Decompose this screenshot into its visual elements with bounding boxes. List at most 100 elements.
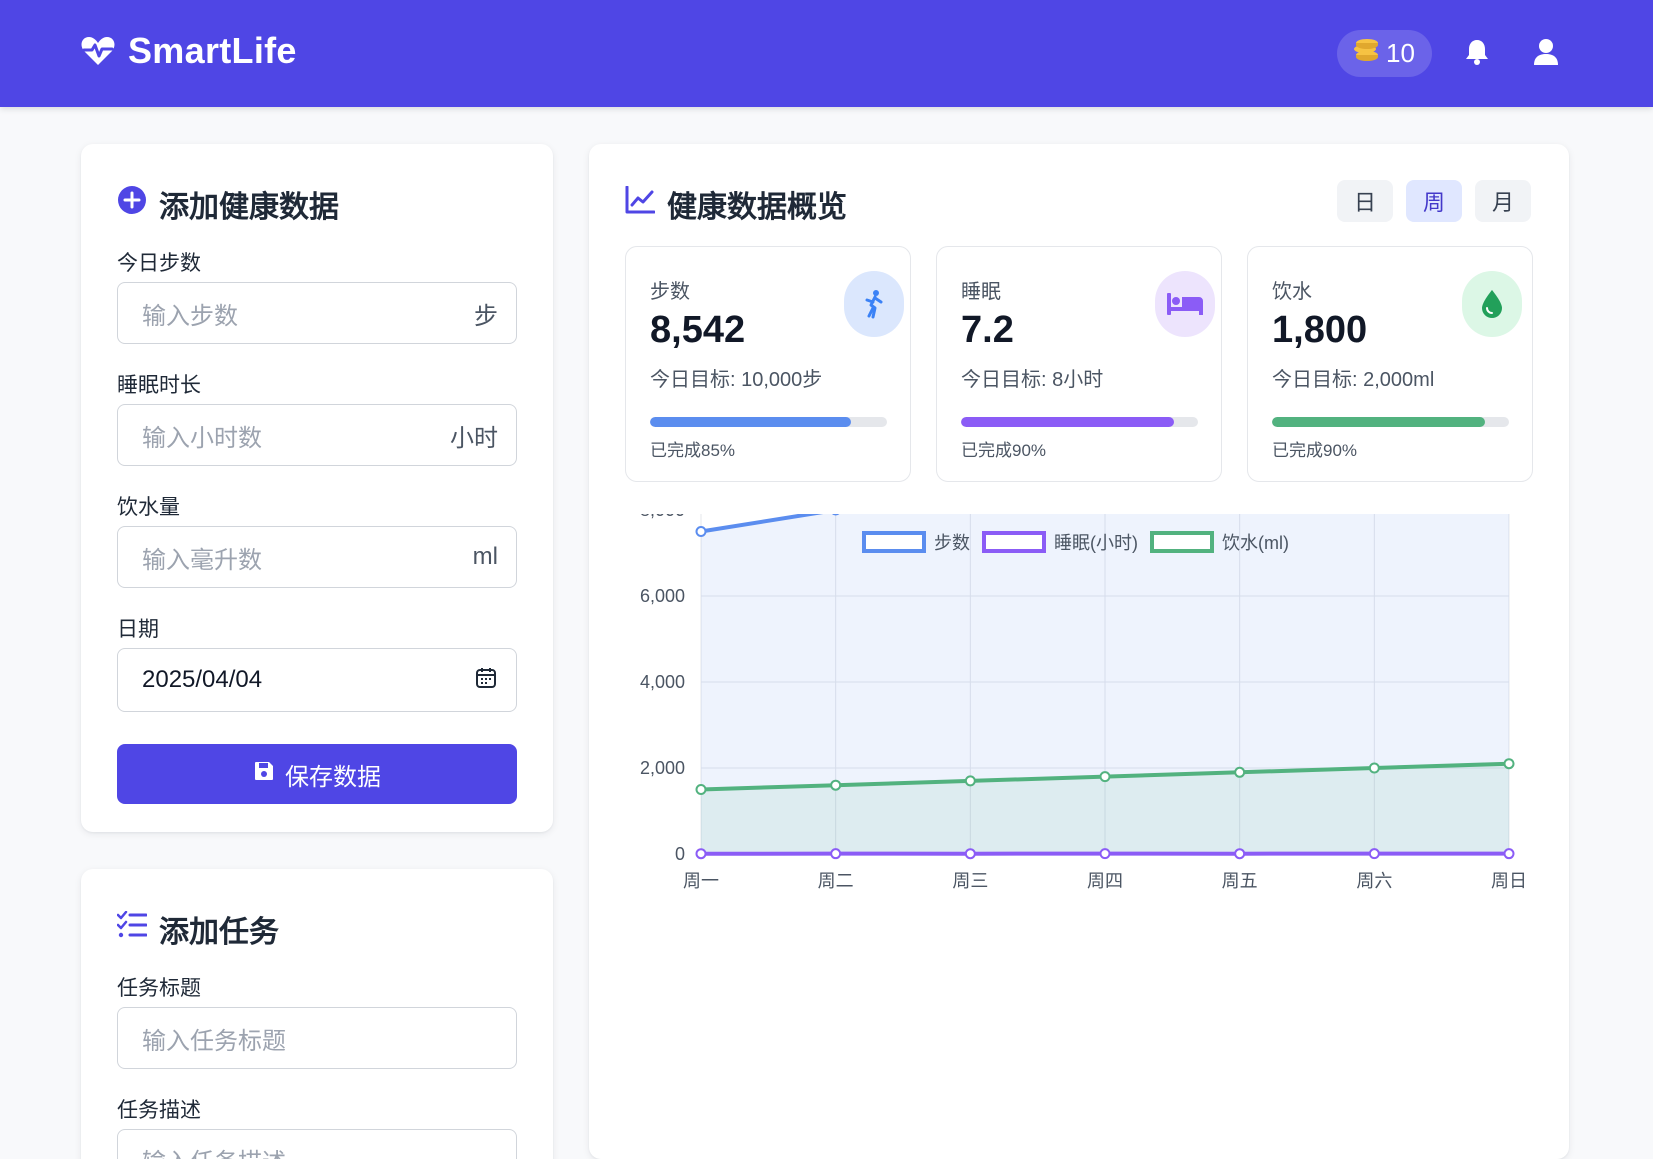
water-stat-value: 1,800 bbox=[1272, 309, 1368, 351]
x-tick-label: 周四 bbox=[1087, 871, 1123, 891]
floppy-disk-icon bbox=[253, 760, 275, 789]
y-tick-label: 4,000 bbox=[640, 672, 685, 692]
data-point bbox=[830, 848, 842, 860]
range-day-button[interactable]: 日 bbox=[1337, 180, 1393, 222]
data-point bbox=[831, 514, 840, 516]
water-placeholder: 输入毫升数 bbox=[142, 546, 262, 574]
data-point bbox=[695, 848, 707, 860]
water-stat-goal: 今日目标: 2,000ml bbox=[1272, 369, 1435, 391]
data-point bbox=[1234, 766, 1246, 778]
task-form-card: 添加任务 任务标题 输入任务标题 任务描述 输入任务描述 bbox=[81, 869, 553, 1159]
date-value: 2025/04/04 bbox=[142, 666, 263, 693]
task-desc-placeholder: 输入任务描述 bbox=[142, 1142, 498, 1159]
health-form-header: 添加健康数据 bbox=[117, 182, 339, 226]
data-point bbox=[1234, 848, 1246, 860]
steps-input[interactable]: 输入步数 步 bbox=[117, 282, 517, 344]
data-point bbox=[695, 526, 707, 537]
y-tick-label: 0 bbox=[675, 844, 685, 864]
data-point bbox=[1099, 771, 1111, 783]
overview-card: 健康数据概览 日 周 月 步数 8,542 今日目标: 10,000步 已完成8… bbox=[589, 144, 1569, 1159]
legend-label: 饮水(ml) bbox=[1222, 533, 1289, 553]
bed-icon bbox=[1155, 271, 1215, 337]
steps-unit: 步 bbox=[474, 302, 498, 330]
task-title-input[interactable]: 输入任务标题 bbox=[117, 1007, 517, 1069]
top-navbar: SmartLife 10 bbox=[0, 0, 1653, 107]
save-data-button[interactable]: 保存数据 bbox=[117, 744, 517, 804]
plus-circle-icon bbox=[117, 185, 147, 223]
calendar-icon[interactable] bbox=[474, 666, 498, 695]
date-label: 日期 bbox=[117, 618, 159, 641]
sleep-progress-track bbox=[961, 417, 1198, 427]
steps-stat-label: 步数 bbox=[650, 281, 690, 303]
data-point bbox=[1368, 762, 1380, 774]
water-input[interactable]: 输入毫升数 ml bbox=[117, 526, 517, 588]
water-label: 饮水量 bbox=[117, 496, 180, 519]
steps-progress-fill bbox=[650, 417, 852, 427]
legend-swatch bbox=[982, 531, 1046, 553]
water-stat-label: 饮水 bbox=[1272, 281, 1312, 303]
steps-progress-track bbox=[650, 417, 887, 427]
x-tick-label: 周三 bbox=[952, 871, 988, 891]
data-point bbox=[830, 779, 842, 791]
walking-icon bbox=[844, 271, 904, 337]
data-point bbox=[1503, 758, 1515, 770]
steps-stat-done: 已完成85% bbox=[650, 441, 736, 460]
sleep-stat-value: 7.2 bbox=[961, 309, 1014, 351]
sleep-label: 睡眠时长 bbox=[117, 374, 201, 397]
steps-stat-value: 8,542 bbox=[650, 309, 746, 351]
x-tick-label: 周六 bbox=[1356, 871, 1392, 891]
sleep-stat-card: 睡眠 7.2 今日目标: 8小时 已完成90% bbox=[936, 246, 1222, 482]
steps-label: 今日步数 bbox=[117, 252, 201, 275]
data-point bbox=[1503, 848, 1515, 860]
data-point bbox=[964, 775, 976, 787]
line-chart-icon bbox=[625, 185, 656, 222]
sleep-unit: 小时 bbox=[450, 424, 498, 452]
health-form-card: 添加健康数据 今日步数 输入步数 步 睡眠时长 输入小时数 小时 饮水量 输入毫… bbox=[81, 144, 553, 832]
health-form-title: 添加健康数据 bbox=[159, 191, 339, 224]
sleep-placeholder: 输入小时数 bbox=[142, 424, 262, 452]
range-month-button[interactable]: 月 bbox=[1475, 180, 1531, 222]
x-tick-label: 周一 bbox=[683, 871, 719, 891]
task-desc-label: 任务描述 bbox=[117, 1099, 201, 1122]
sleep-progress-fill bbox=[961, 417, 1175, 427]
water-stat-done: 已完成90% bbox=[1272, 441, 1358, 460]
coin-balance[interactable]: 10 bbox=[1337, 30, 1432, 77]
legend-swatch bbox=[1150, 531, 1214, 553]
task-form-title: 添加任务 bbox=[159, 916, 279, 949]
task-title-placeholder: 输入任务标题 bbox=[142, 1027, 286, 1055]
steps-placeholder: 输入步数 bbox=[142, 302, 238, 330]
user-icon[interactable] bbox=[1533, 38, 1559, 71]
x-tick-label: 周日 bbox=[1491, 871, 1527, 891]
range-week-button[interactable]: 周 bbox=[1406, 180, 1462, 222]
sleep-stat-goal: 今日目标: 8小时 bbox=[961, 369, 1104, 391]
sleep-stat-label: 睡眠 bbox=[961, 281, 1001, 303]
data-point bbox=[695, 784, 707, 795]
water-drop-icon bbox=[1462, 271, 1522, 337]
bell-icon[interactable] bbox=[1465, 38, 1489, 71]
coin-count: 10 bbox=[1386, 38, 1415, 68]
data-point bbox=[1099, 848, 1111, 860]
legend-label: 步数 bbox=[934, 533, 970, 553]
data-point bbox=[964, 848, 976, 860]
brand[interactable]: SmartLife bbox=[80, 30, 297, 72]
y-tick-label: 8,000 bbox=[640, 514, 685, 520]
x-tick-label: 周五 bbox=[1222, 871, 1258, 891]
x-tick-label: 周二 bbox=[818, 871, 854, 891]
water-progress-track bbox=[1272, 417, 1509, 427]
steps-stat-card: 步数 8,542 今日目标: 10,000步 已完成85% bbox=[625, 246, 911, 482]
water-progress-fill bbox=[1272, 417, 1486, 427]
y-tick-label: 2,000 bbox=[640, 758, 685, 778]
sleep-stat-done: 已完成90% bbox=[961, 441, 1047, 460]
tasks-list-icon bbox=[116, 910, 148, 947]
overview-header: 健康数据概览 bbox=[625, 182, 847, 226]
water-unit: ml bbox=[472, 543, 498, 570]
task-form-header: 添加任务 bbox=[116, 907, 279, 951]
data-point bbox=[1368, 848, 1380, 860]
steps-stat-goal: 今日目标: 10,000步 bbox=[650, 369, 823, 391]
legend-label: 睡眠(小时) bbox=[1054, 533, 1138, 553]
legend-swatch bbox=[862, 531, 926, 553]
task-desc-input[interactable]: 输入任务描述 bbox=[117, 1129, 517, 1159]
date-input[interactable]: 2025/04/04 bbox=[117, 648, 517, 712]
heart-pulse-icon bbox=[80, 35, 116, 67]
sleep-input[interactable]: 输入小时数 小时 bbox=[117, 404, 517, 466]
